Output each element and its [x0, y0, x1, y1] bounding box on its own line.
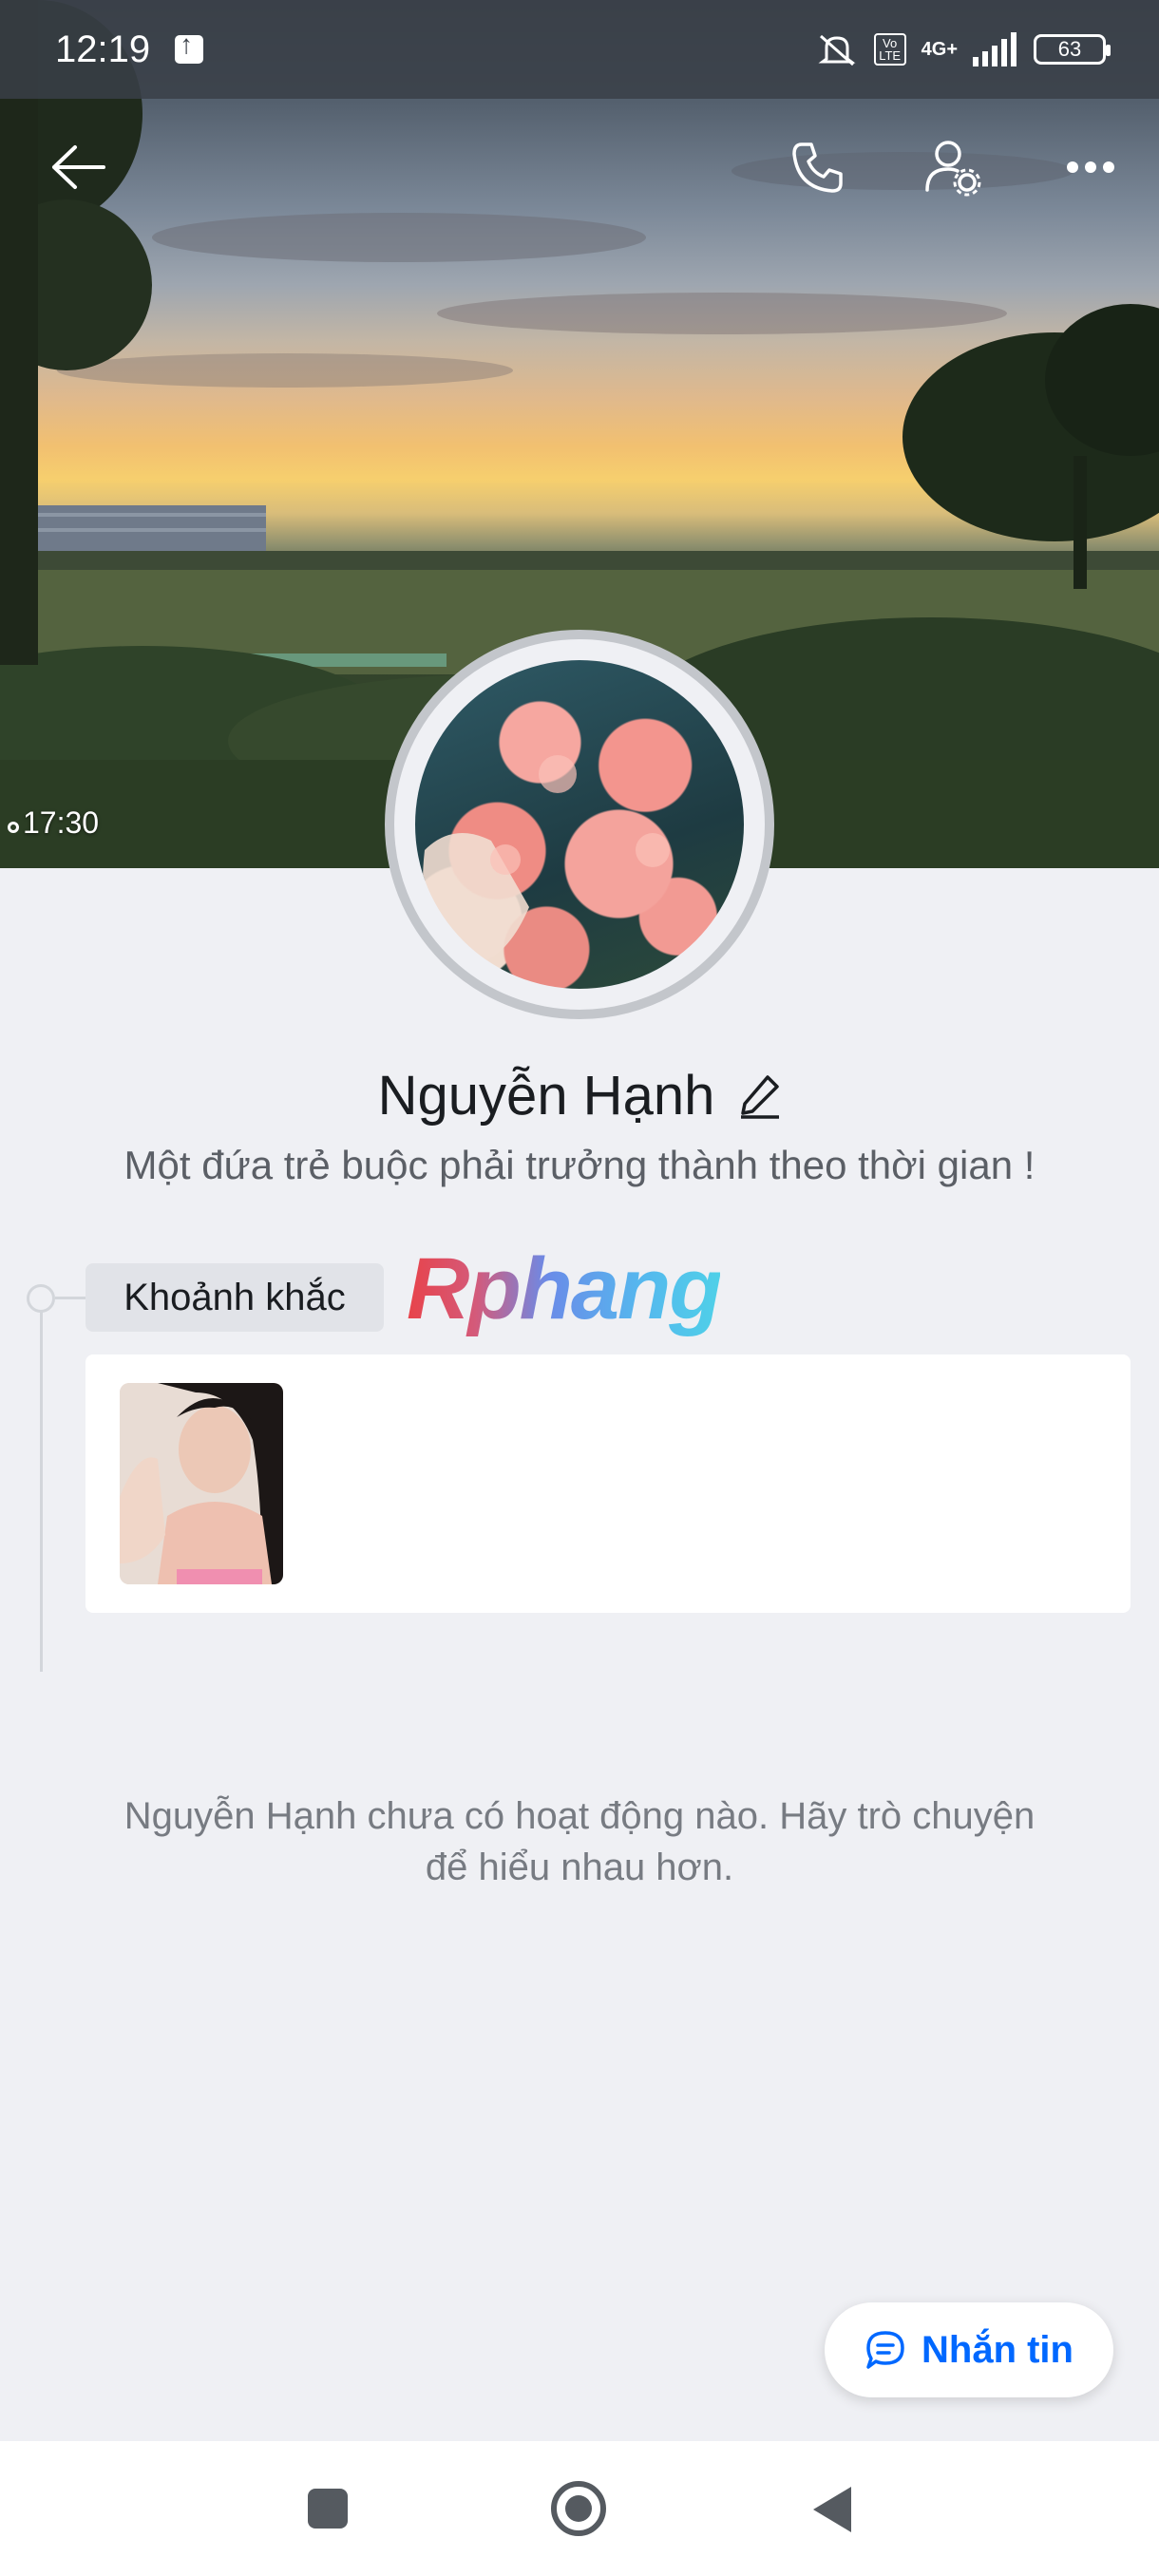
call-button[interactable]	[770, 118, 864, 217]
system-navigation-bar	[0, 2441, 1159, 2576]
profile-settings-button[interactable]	[906, 118, 1001, 217]
profile-name: Nguyễn Hạnh	[377, 1065, 715, 1127]
cover-timestamp: 17:30	[8, 805, 99, 841]
avatar[interactable]	[415, 660, 744, 989]
send-message-label: Nhắn tin	[922, 2328, 1074, 2371]
more-icon	[1067, 161, 1114, 173]
profile-toolbar	[0, 118, 1159, 217]
watermark-logo: Rphang	[407, 1241, 722, 1337]
back-triangle-icon[interactable]	[813, 2487, 851, 2532]
status-time: 12:19	[55, 28, 151, 70]
battery-icon: 63	[1034, 34, 1111, 65]
empty-activity-message: Nguyễn Hạnh chưa có hoạt động nào. Hãy t…	[124, 1795, 1036, 1888]
moment-thumbnail[interactable]	[120, 1383, 283, 1584]
volte-badge: Vo LTE	[873, 33, 906, 66]
send-message-button[interactable]: Nhắn tin	[825, 2302, 1113, 2397]
more-button[interactable]	[1043, 118, 1138, 217]
upload-notification-icon	[175, 29, 204, 64]
recents-square-icon[interactable]	[308, 2489, 348, 2529]
back-arrow-icon	[52, 145, 105, 189]
home-circle-icon[interactable]	[551, 2481, 606, 2536]
avatar-flowers-illustration	[423, 755, 670, 966]
clock-icon	[8, 822, 19, 833]
back-button[interactable]	[30, 118, 125, 217]
phone-icon	[792, 142, 843, 193]
network-badge: 4G+	[921, 38, 958, 60]
moments-card	[86, 1354, 1130, 1613]
timeline-node	[27, 1284, 55, 1313]
profile-screen: 17:30 12:19 Vo LTE 4G+ 63	[0, 0, 1159, 2576]
profile-bio: Một đứa trẻ buộc phải trưởng thành theo …	[124, 1143, 1036, 1187]
chat-bubble-icon	[866, 2331, 904, 2369]
signal-icon	[973, 32, 1016, 66]
timeline-line	[40, 1297, 43, 1672]
user-settings-icon	[925, 141, 981, 197]
profile-name-row: Nguyễn Hạnh	[0, 1064, 1159, 1127]
pencil-icon[interactable]	[739, 1073, 781, 1119]
moment-photo	[120, 1383, 283, 1584]
timeline-connector	[55, 1297, 87, 1299]
moments-label[interactable]: Khoảnh khắc	[86, 1263, 384, 1332]
status-bar: 12:19 Vo LTE 4G+ 63	[0, 0, 1159, 99]
mute-icon	[818, 34, 856, 66]
